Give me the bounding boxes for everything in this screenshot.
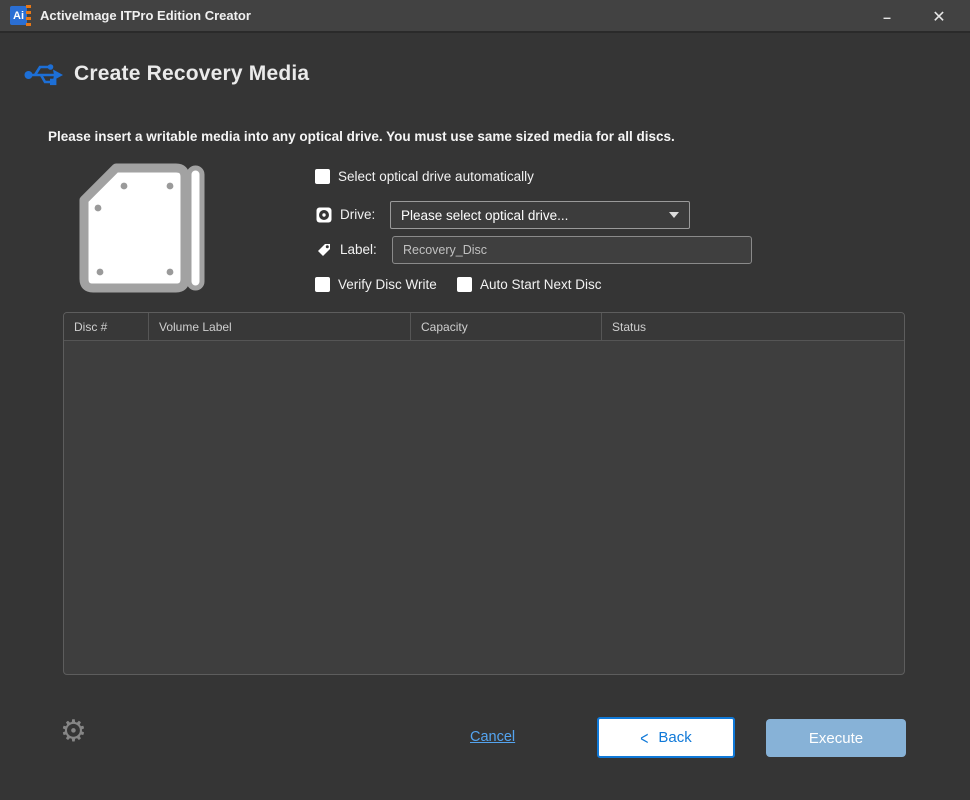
disc-list-table: Disc # Volume Label Capacity Status: [63, 312, 905, 675]
verify-disc-write-row: Verify Disc Write: [315, 277, 437, 292]
auto-start-next-disc-label: Auto Start Next Disc: [480, 277, 602, 292]
verify-disc-write-checkbox[interactable]: [315, 277, 330, 292]
auto-select-drive-checkbox[interactable]: [315, 169, 330, 184]
disc-label-value: Recovery_Disc: [403, 243, 487, 257]
drive-label: Drive:: [340, 207, 386, 222]
optical-media-illustration: [78, 162, 208, 298]
auto-start-next-disc-checkbox[interactable]: [457, 277, 472, 292]
disc-table-header: Disc # Volume Label Capacity Status: [64, 313, 904, 341]
disc-table-body: [64, 341, 904, 675]
verify-disc-write-label: Verify Disc Write: [338, 277, 437, 292]
label-label: Label:: [340, 242, 386, 257]
drive-field-row: Drive:: [316, 201, 386, 228]
dropdown-caret-icon: [669, 212, 679, 218]
column-header-disc-number[interactable]: Disc #: [64, 313, 148, 340]
label-field-row: Label:: [316, 236, 386, 263]
cancel-link[interactable]: Cancel: [470, 729, 515, 745]
usb-icon: [24, 58, 64, 90]
app-logo-stripes: [26, 5, 31, 26]
back-button[interactable]: < Back: [597, 717, 735, 758]
tag-icon: [316, 242, 332, 258]
auto-start-next-disc-row: Auto Start Next Disc: [457, 277, 602, 292]
disc-label-input[interactable]: Recovery_Disc: [392, 236, 752, 264]
chevron-left-icon: <: [640, 727, 648, 748]
execute-button-label: Execute: [809, 730, 863, 747]
auto-select-drive-label: Select optical drive automatically: [338, 169, 534, 184]
app-logo-text: Ai: [10, 6, 27, 25]
app-logo-icon: Ai: [10, 5, 31, 26]
page-header: Create Recovery Media: [24, 58, 309, 90]
title-bar: Ai ActiveImage ITPro Edition Creator – ✕: [0, 0, 970, 33]
page-title: Create Recovery Media: [74, 62, 309, 86]
instruction-text: Please insert a writable media into any …: [48, 129, 675, 144]
gear-icon[interactable]: ⚙: [60, 717, 87, 747]
minimize-button[interactable]: –: [864, 0, 910, 33]
drive-select[interactable]: Please select optical drive...: [390, 201, 690, 229]
optical-drive-icon: [316, 207, 332, 223]
auto-select-drive-row: Select optical drive automatically: [315, 169, 534, 184]
back-button-label: Back: [658, 729, 691, 746]
column-header-volume-label[interactable]: Volume Label: [148, 313, 410, 340]
window-title: ActiveImage ITPro Edition Creator: [40, 8, 251, 23]
execute-button[interactable]: Execute: [766, 719, 906, 757]
column-header-status[interactable]: Status: [601, 313, 904, 340]
column-header-capacity[interactable]: Capacity: [410, 313, 601, 340]
close-button[interactable]: ✕: [916, 0, 962, 33]
drive-select-value: Please select optical drive...: [401, 208, 568, 223]
